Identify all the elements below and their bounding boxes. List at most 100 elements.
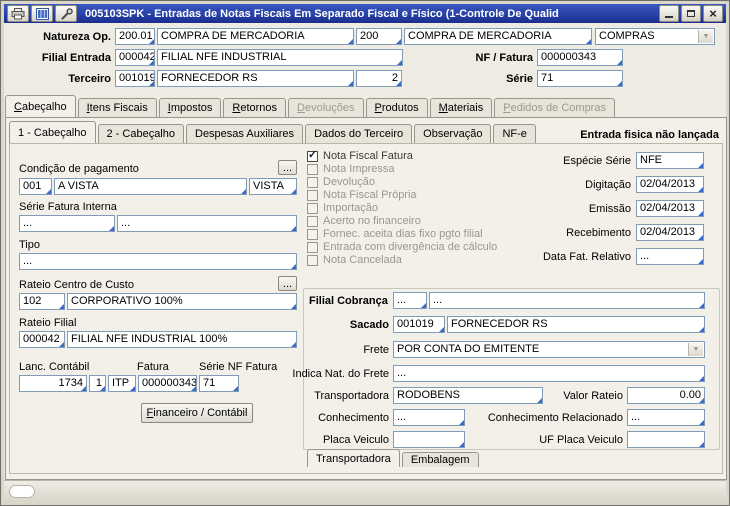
valor-rateio-field[interactable]: 0.00	[627, 387, 705, 404]
tab-retornos[interactable]: Retornos	[223, 98, 287, 117]
condicao-pagamento-tipo-field[interactable]: VISTA	[249, 178, 297, 195]
lanc-seq-field[interactable]: 1	[89, 375, 106, 392]
lanc-contabil-field[interactable]: 1734	[19, 375, 87, 392]
condicao-pagamento-browse-button[interactable]: ...	[278, 160, 297, 175]
window-title: 005103SPK - Entradas de Notas Fiscais Em…	[85, 7, 559, 20]
transportadora-field[interactable]: RODOBENS	[393, 387, 543, 404]
checkbox-icon	[307, 215, 318, 227]
subtab-2-cabecalho[interactable]: 2 - Cabeçalho	[97, 124, 184, 143]
nf-fatura-field[interactable]: 000000343	[537, 49, 623, 66]
data-fat-relativo-label: Data Fat. Relativo	[542, 251, 631, 263]
fatura-prefixo-field[interactable]: ITP	[108, 375, 136, 392]
indica-nat-frete-field[interactable]: ...	[393, 365, 705, 382]
natureza-op-desc2-field[interactable]: COMPRA DE MERCADORIA	[404, 28, 592, 45]
titlebar: 005103SPK - Entradas de Notas Fiscais Em…	[4, 4, 726, 23]
subtab-despesas-auxiliares[interactable]: Despesas Auxiliares	[186, 124, 304, 143]
filial-cobranca-field-2[interactable]: ...	[429, 292, 705, 309]
checkbox-icon	[307, 189, 318, 201]
emissao-field[interactable]: 02/04/2013	[636, 200, 704, 217]
financeiro-contabil-button[interactable]: Financeiro / Contábil	[141, 403, 253, 423]
frete-select[interactable]: POR CONTA DO EMITENTE	[393, 341, 705, 358]
checkbox-label: Importação	[323, 202, 379, 214]
tab-label: Itens Fiscais	[86, 102, 148, 114]
tab-cabecalho[interactable]: Cabeçalho	[5, 95, 76, 117]
chevron-down-icon[interactable]	[698, 30, 713, 43]
natureza-op-desc-field[interactable]: COMPRA DE MERCADORIA	[157, 28, 354, 45]
checkbox-devolucao[interactable]: Devolução	[307, 176, 375, 188]
fatura-numero-field[interactable]: 000000343	[138, 375, 197, 392]
recebimento-label: Recebimento	[566, 227, 631, 239]
subtab-dados-do-terceiro[interactable]: Dados do Terceiro	[305, 124, 413, 143]
checkbox-importacao[interactable]: Importação	[307, 202, 378, 214]
categoria-select[interactable]: COMPRAS	[595, 28, 715, 45]
printer-icon[interactable]	[7, 5, 29, 22]
tab-label: 2 - Cabeçalho	[106, 128, 176, 140]
rateio-filial-code-field[interactable]: 000042	[19, 331, 65, 348]
data-fat-relativo-field[interactable]: ...	[636, 248, 704, 265]
natureza-op-code-field[interactable]: 200.01	[115, 28, 155, 45]
minimize-button[interactable]	[659, 5, 679, 22]
wrench-icon[interactable]	[55, 5, 77, 22]
serie-fatura-interna-field-1[interactable]: ...	[19, 215, 115, 232]
sacado-code-field[interactable]: 001019	[393, 316, 445, 333]
uf-placa-veiculo-field[interactable]	[627, 431, 705, 448]
rateio-cc-code-field[interactable]: 102	[19, 293, 65, 310]
recebimento-field[interactable]: 02/04/2013	[636, 224, 704, 241]
checkbox-nota-fiscal-propria[interactable]: Nota Fiscal Própria	[307, 189, 417, 201]
serie-nf-fatura-field[interactable]: 71	[199, 375, 239, 392]
serie-label: Série	[506, 73, 533, 85]
subtab-1-cabecalho[interactable]: 1 - Cabeçalho	[9, 121, 96, 143]
subtab-transportadora[interactable]: Transportadora	[307, 449, 400, 467]
subtab-observacao[interactable]: Observação	[414, 124, 492, 143]
sacado-desc-field[interactable]: FORNECEDOR RS	[447, 316, 705, 333]
natureza-op-code2-field[interactable]: 200	[356, 28, 402, 45]
rateio-cc-browse-button[interactable]: ...	[278, 276, 297, 291]
serie-fatura-interna-field-2[interactable]: ...	[117, 215, 297, 232]
rateio-cc-desc-field[interactable]: CORPORATIVO 100%	[67, 293, 297, 310]
checkbox-entrada-divergencia-calculo[interactable]: Entrada com divergência de cálculo	[307, 241, 497, 253]
table-icon[interactable]	[31, 5, 53, 22]
placa-veiculo-field[interactable]	[393, 431, 465, 448]
tipo-field[interactable]: ...	[19, 253, 297, 270]
tab-label: Produtos	[374, 102, 419, 114]
chevron-down-icon[interactable]	[688, 343, 703, 356]
condicao-pagamento-code-field[interactable]: 001	[19, 178, 52, 195]
tab-label: NF-e	[502, 128, 527, 140]
serie-field[interactable]: 71	[537, 70, 623, 87]
tab-itens-fiscais[interactable]: Itens Fiscais	[77, 98, 157, 117]
filial-entrada-desc-field[interactable]: FILIAL NFE INDUSTRIAL	[157, 49, 403, 66]
conhecimento-field[interactable]: ...	[393, 409, 465, 426]
checkbox-nota-fiscal-fatura[interactable]: Nota Fiscal Fatura	[307, 150, 413, 162]
terceiro-loja-field[interactable]: 2	[356, 70, 402, 87]
checkbox-label: Acerto no financeiro	[323, 215, 421, 227]
tab-label: Pedidos de Compras	[503, 102, 606, 114]
terceiro-desc-field[interactable]: FORNECEDOR RS	[157, 70, 354, 87]
subtab-embalagem[interactable]: Embalagem	[401, 452, 479, 467]
minimize-icon	[665, 16, 673, 18]
terceiro-code-field[interactable]: 001019	[115, 70, 155, 87]
close-button[interactable]	[703, 5, 723, 22]
condicao-pagamento-desc-field[interactable]: A VISTA	[54, 178, 247, 195]
fatura-label: Fatura	[137, 361, 169, 373]
checkbox-fornec-aceita-dias-fixo[interactable]: Fornec. aceita dias fixo pgto filial	[307, 228, 483, 240]
conhecimento-relacionado-field[interactable]: ...	[627, 409, 705, 426]
filial-cobranca-field-1[interactable]: ...	[393, 292, 427, 309]
checkbox-label: Devolução	[323, 176, 375, 188]
checkbox-icon	[307, 176, 318, 188]
checkbox-acerto-no-financeiro[interactable]: Acerto no financeiro	[307, 215, 421, 227]
tab-impostos[interactable]: Impostos	[158, 98, 222, 117]
tab-materiais[interactable]: Materiais	[429, 98, 493, 117]
checkbox-nota-cancelada[interactable]: Nota Cancelada	[307, 254, 402, 266]
tab-label: Devoluções	[297, 102, 355, 114]
statusbar	[4, 480, 726, 502]
rateio-filial-desc-field[interactable]: FILIAL NFE INDUSTRIAL 100%	[67, 331, 297, 348]
tab-label: Materiais	[438, 102, 484, 114]
filial-entrada-code-field[interactable]: 000042	[115, 49, 155, 66]
especie-serie-field[interactable]: NFE	[636, 152, 704, 169]
digitacao-field[interactable]: 02/04/2013	[636, 176, 704, 193]
tab-produtos[interactable]: Produtos	[365, 98, 428, 117]
checkbox-nota-impressa[interactable]: Nota Impressa	[307, 163, 395, 175]
subtab-nfe[interactable]: NF-e	[493, 124, 536, 143]
valor-rateio-label: Valor Rateio	[563, 390, 623, 402]
maximize-button[interactable]	[681, 5, 701, 22]
